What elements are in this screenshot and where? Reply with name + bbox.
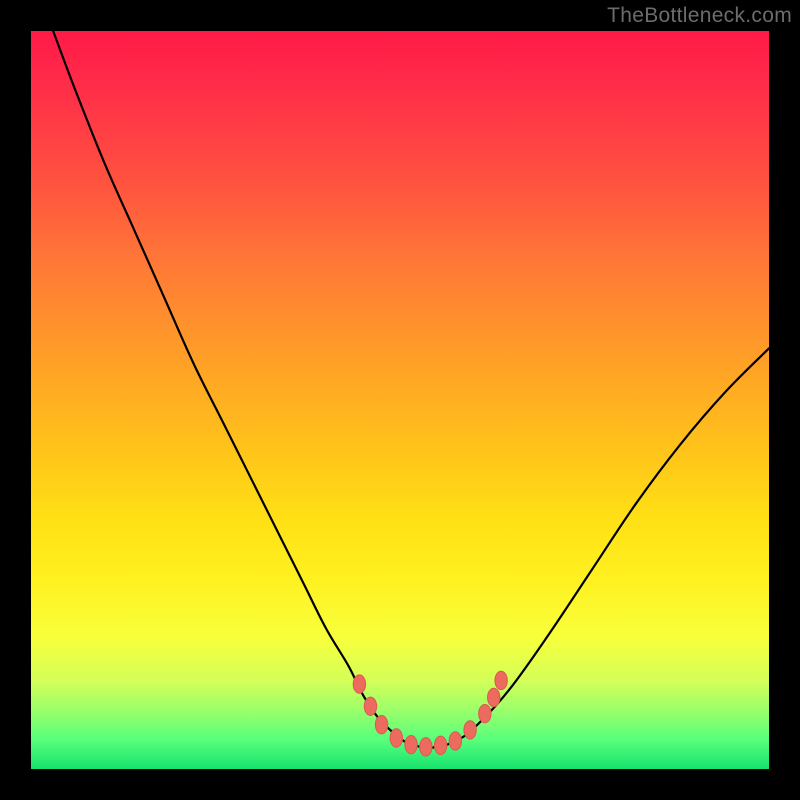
curve-marker xyxy=(495,671,507,689)
curve-marker xyxy=(390,729,402,747)
curve-marker xyxy=(364,697,376,715)
curve-marker xyxy=(434,736,446,754)
curve-marker xyxy=(375,716,387,734)
watermark-text: TheBottleneck.com xyxy=(607,4,792,28)
curve-marker xyxy=(479,704,491,722)
chart-svg xyxy=(31,31,769,769)
curve-marker xyxy=(464,721,476,739)
curve-marker xyxy=(353,675,365,693)
plot-area xyxy=(31,31,769,769)
outer-frame: TheBottleneck.com xyxy=(0,0,800,800)
curve-marker xyxy=(449,732,461,750)
curve-marker xyxy=(405,735,417,753)
curve-marker xyxy=(420,738,432,756)
bottleneck-curve xyxy=(53,31,769,748)
curve-marker xyxy=(488,688,500,706)
